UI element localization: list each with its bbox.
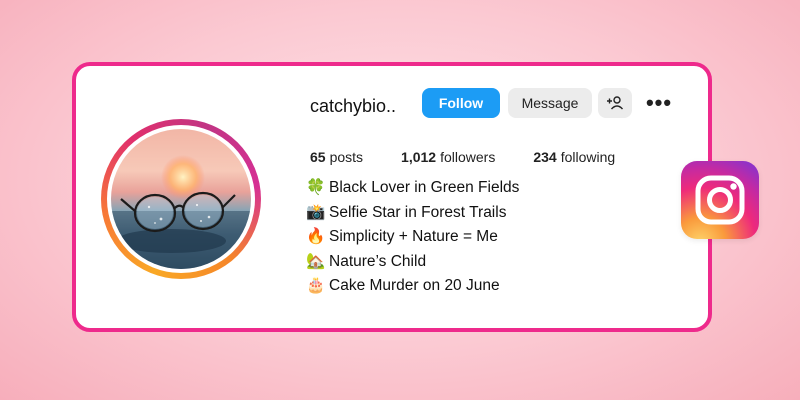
bio-line-text: Cake Murder on 20 June [329,277,500,294]
bio-line-text: Selfie Star in Forest Trails [329,203,507,221]
bio-line: 🔥 Simplicity + Nature = Me [306,225,519,250]
follow-button[interactable]: Follow [422,88,500,118]
message-button[interactable]: Message [508,88,592,118]
stat-followers-value: 1,012 [401,149,437,165]
house-garden-icon: 🏡 [306,252,326,270]
instagram-glyph [695,175,745,225]
stat-following-value: 234 [533,149,557,165]
username: catchybio.. [310,96,397,116]
more-options-button[interactable]: ••• [642,88,676,118]
more-dots-icon: ••• [645,90,673,115]
profile-card: catchybio.. Follow Message ••• 65 posts 1… [72,62,712,332]
birthday-cake-icon: 🎂 [306,277,326,294]
stat-posts[interactable]: 65 posts [310,149,363,165]
avatar-ring-gap [107,125,255,273]
profile-bio: 🍀 Black Lover in Green Fields 📸 Selfie Sta… [306,176,519,299]
person-plus-icon [607,96,624,110]
fire-icon: 🔥 [306,228,326,245]
add-user-button[interactable] [598,88,632,118]
four-leaf-clover-icon: 🍀 [306,179,326,196]
camera-flash-icon: 📸 [306,203,326,221]
bio-line-text: Black Lover in Green Fields [329,179,520,196]
avatar-glasses-photo [111,155,251,269]
stat-followers-label: followers [440,149,496,165]
bio-line-text: Nature’s Child [329,252,427,270]
avatar[interactable] [111,129,251,269]
profile-stats: 65 posts 1,012 followers 234 following [310,149,653,165]
bio-line: 📸 Selfie Star in Forest Trails [306,201,519,226]
bio-line: 🎂 Cake Murder on 20 June [306,274,519,299]
avatar-story-ring[interactable] [101,119,261,279]
bio-line: 🏡 Nature’s Child [306,250,519,275]
stat-following-label: following [560,149,616,165]
stat-followers[interactable]: 1,012 followers [401,149,495,165]
stat-posts-value: 65 [310,149,326,165]
stat-posts-label: posts [329,149,364,165]
instagram-logo-icon [681,161,759,239]
bio-line-text: Simplicity + Nature = Me [329,228,498,245]
stat-following[interactable]: 234 following [533,149,615,165]
bio-line: 🍀 Black Lover in Green Fields [306,176,519,201]
